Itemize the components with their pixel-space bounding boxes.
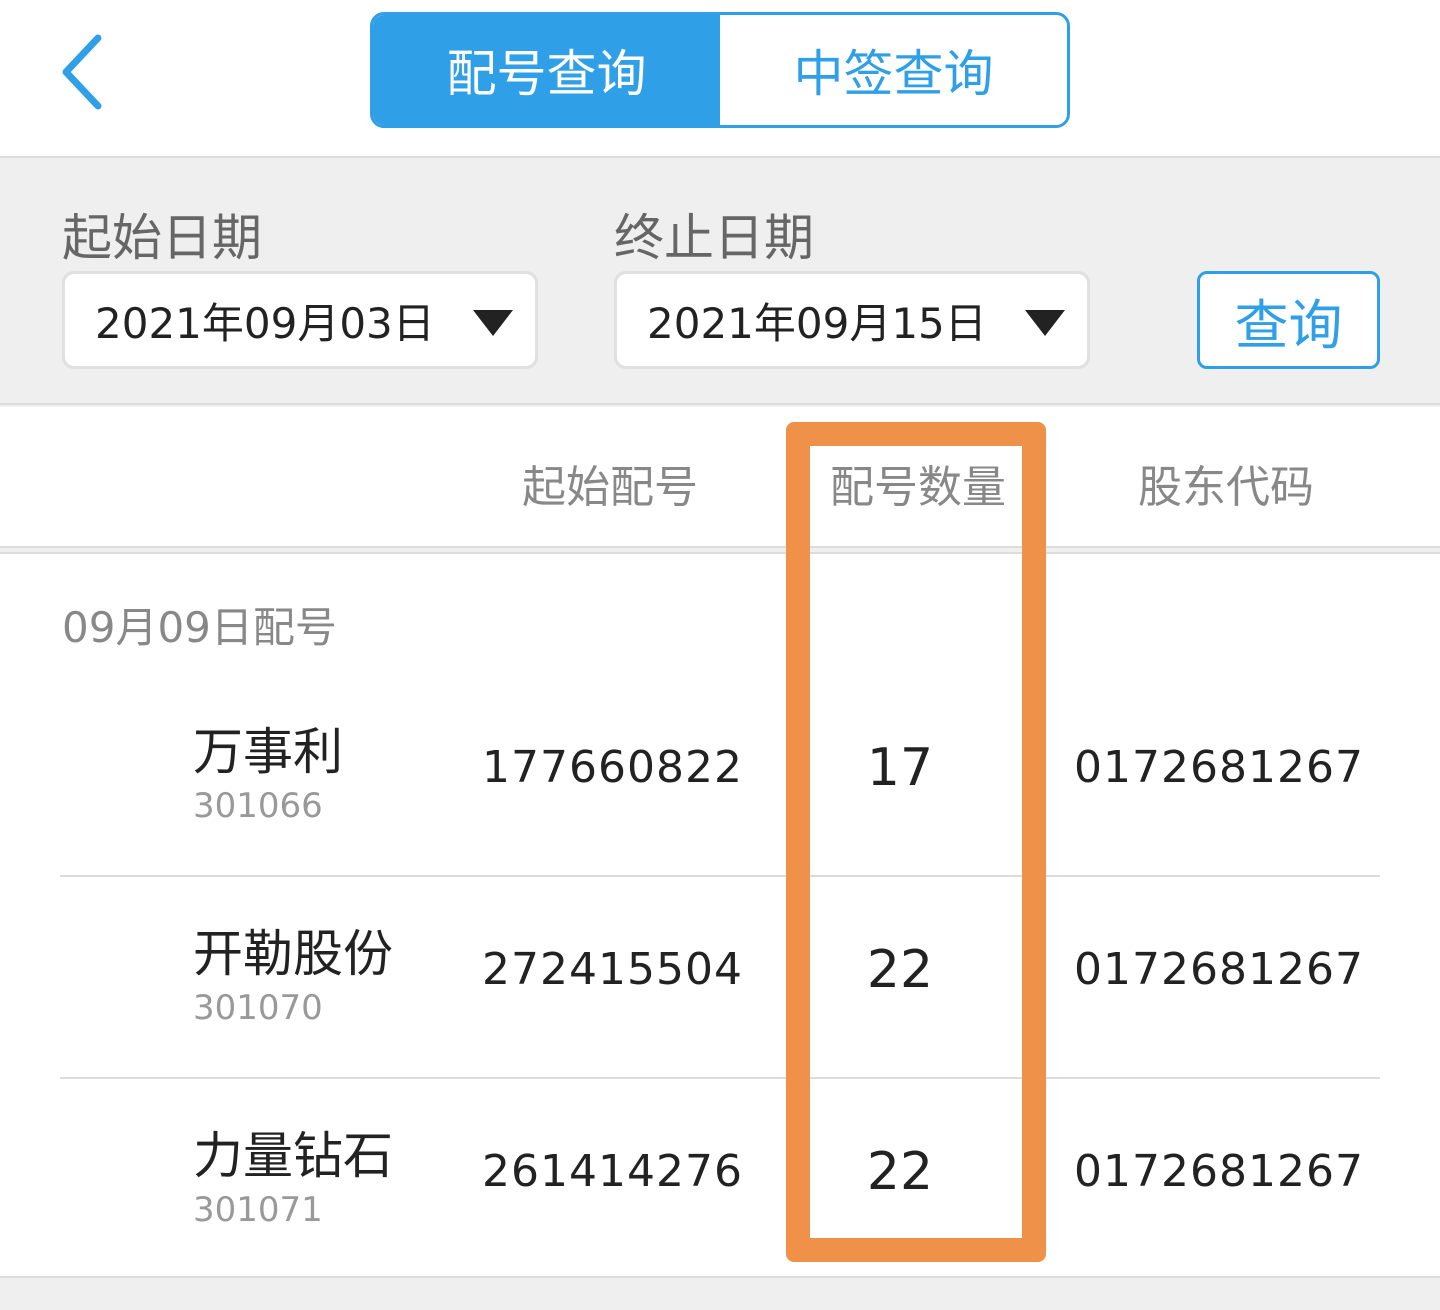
col-holder-code: 股东代码 bbox=[1096, 451, 1356, 515]
start-number: 261414276 bbox=[482, 1146, 743, 1197]
tab-winning-query[interactable]: 中签查询 bbox=[720, 15, 1067, 125]
end-date-label: 终止日期 bbox=[614, 198, 814, 270]
stock-name: 力量钻石 bbox=[193, 1116, 393, 1188]
allocation-list: 09月09日配号 万事利 301066 177660822 17 0172681… bbox=[0, 552, 1440, 1278]
col-start-number: 起始配号 bbox=[480, 451, 740, 515]
stock-code: 301071 bbox=[193, 1190, 323, 1230]
stock-code: 301070 bbox=[193, 988, 323, 1028]
quantity-column-highlight bbox=[786, 422, 1046, 1262]
holder-code: 0172681267 bbox=[1074, 1146, 1364, 1197]
holder-code: 0172681267 bbox=[1074, 742, 1364, 793]
column-header: 起始配号 配号数量 股东代码 bbox=[0, 407, 1440, 548]
header: 配号查询 中签查询 bbox=[0, 0, 1440, 158]
stock-name: 万事利 bbox=[193, 712, 343, 784]
start-date-value: 2021年09月03日 bbox=[95, 290, 435, 351]
start-number: 272415504 bbox=[482, 944, 743, 995]
dropdown-triangle-icon bbox=[1025, 310, 1065, 336]
group-label: 09月09日配号 bbox=[62, 594, 337, 655]
query-button[interactable]: 查询 bbox=[1197, 271, 1380, 369]
holder-code: 0172681267 bbox=[1074, 944, 1364, 995]
tab-bar: 配号查询 中签查询 bbox=[370, 12, 1070, 128]
tab-allocation-query[interactable]: 配号查询 bbox=[373, 15, 720, 125]
table-row[interactable]: 力量钻石 301071 261414276 22 0172681267 bbox=[0, 1078, 1440, 1280]
table-row[interactable]: 开勒股份 301070 272415504 22 0172681267 bbox=[0, 876, 1440, 1078]
table-row[interactable]: 万事利 301066 177660822 17 0172681267 bbox=[0, 674, 1440, 876]
start-date-select[interactable]: 2021年09月03日 bbox=[62, 271, 538, 369]
stock-name: 开勒股份 bbox=[193, 914, 393, 986]
start-date-label: 起始日期 bbox=[62, 198, 262, 270]
dropdown-triangle-icon bbox=[473, 310, 513, 336]
start-number: 177660822 bbox=[482, 742, 743, 793]
end-date-value: 2021年09月15日 bbox=[647, 290, 987, 351]
stock-code: 301066 bbox=[193, 786, 323, 826]
end-date-select[interactable]: 2021年09月15日 bbox=[614, 271, 1090, 369]
back-chevron-icon[interactable] bbox=[56, 32, 116, 112]
